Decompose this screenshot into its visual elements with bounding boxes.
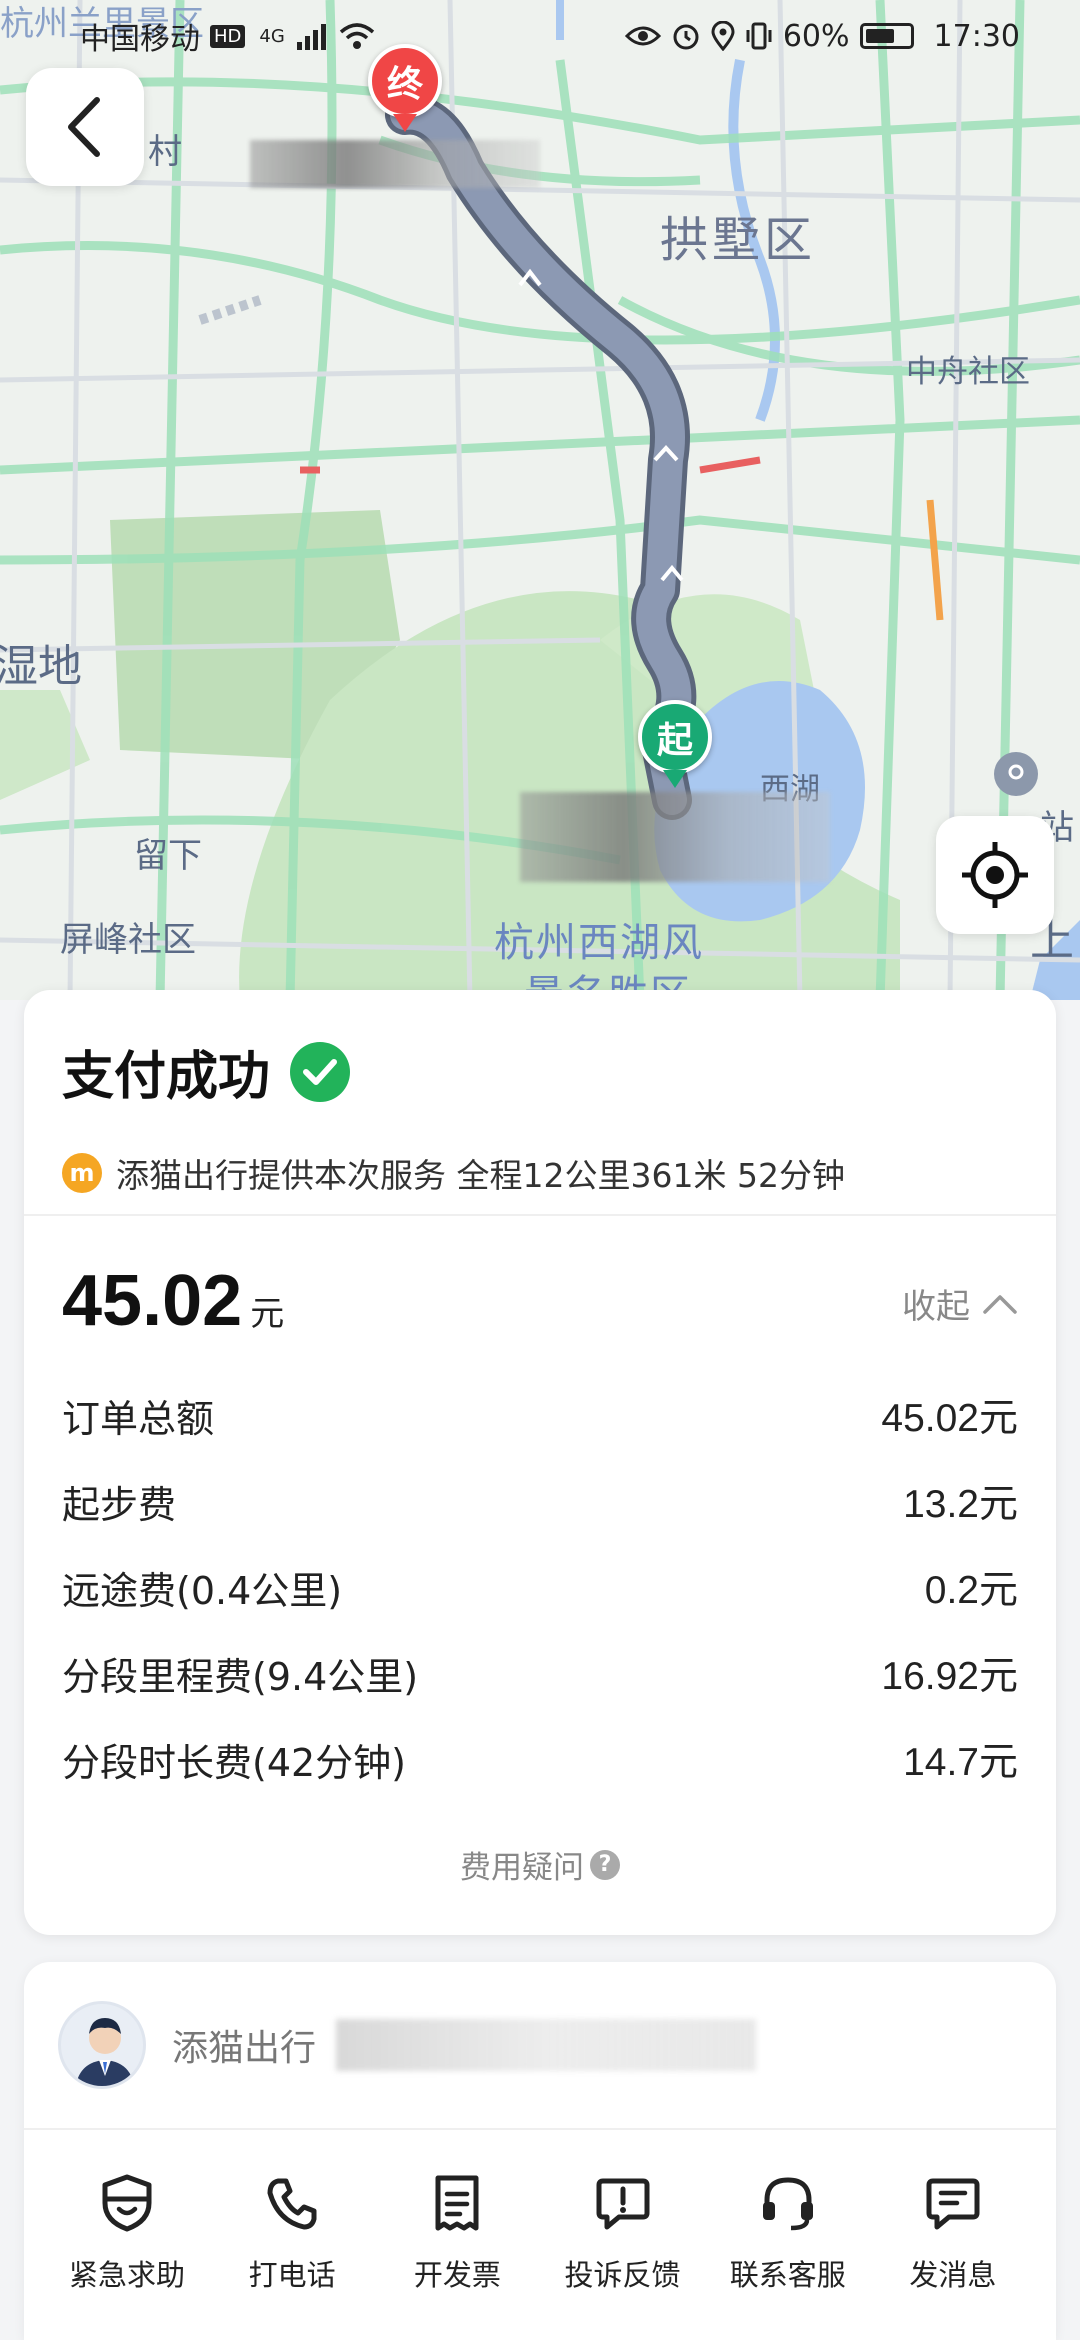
shield-icon: [96, 2172, 158, 2234]
fee-value: 13.2元: [903, 1483, 1018, 1526]
message-button[interactable]: 发消息: [878, 2172, 1028, 2294]
fee-row-long-distance: 远途费(0.4公里) 0.2元: [62, 1544, 1018, 1630]
driver-company: 添猫出行: [172, 2028, 317, 2069]
invoice-button[interactable]: 开发票: [382, 2172, 532, 2294]
eye-icon: [624, 26, 661, 46]
status-bar: 中国移动 HD 4G 60% 17:30: [0, 0, 1080, 72]
map-label-scenic-1: 杭州西湖风: [494, 920, 704, 966]
fee-row-base: 起步费 13.2元: [62, 1458, 1018, 1544]
payment-header: 支付成功 m 添猫出行提供本次服务 全程12公里361米 52分钟: [24, 990, 1056, 1216]
alarm-icon: [673, 24, 699, 50]
fee-label: 订单总额: [62, 1396, 215, 1441]
driver-details-blurred: [336, 2019, 757, 2071]
check-circle-icon: [290, 1041, 351, 1102]
fee-question-label: 费用疑问: [460, 1850, 584, 1886]
total-amount: 45.02: [62, 1261, 243, 1341]
price-summary: 45.02 元 收起: [24, 1216, 1056, 1342]
location-icon: [711, 21, 735, 51]
fee-row-duration: 分段时长费(42分钟) 14.7元: [62, 1716, 1018, 1802]
crosshair-icon: [962, 842, 1028, 908]
signal-icon: [296, 24, 326, 50]
headset-icon: [757, 2172, 819, 2234]
action-label: 打电话: [248, 2258, 336, 2292]
map-label-zhongzhou: 中舟社区: [906, 354, 1030, 390]
complaint-icon: [592, 2172, 654, 2234]
phone-icon: [261, 2172, 323, 2234]
fee-question-link[interactable]: 费用疑问 ?: [24, 1842, 1056, 1887]
driver-avatar: [58, 2001, 146, 2089]
collapse-button[interactable]: 收起: [902, 1279, 1018, 1328]
service-description: 添猫出行提供本次服务 全程12公里361米 52分钟: [116, 1156, 845, 1195]
fee-row-mileage: 分段里程费(9.4公里) 16.92元: [62, 1630, 1018, 1716]
start-marker-label: 起: [638, 700, 712, 774]
fee-value: 14.7元: [903, 1741, 1018, 1784]
fee-label: 起步费: [62, 1482, 177, 1527]
poi-pin-icon: [994, 752, 1038, 796]
collapse-label: 收起: [902, 1287, 970, 1327]
action-label: 开发票: [413, 2258, 501, 2292]
amount-unit: 元: [250, 1294, 285, 1334]
question-icon: ?: [590, 1849, 620, 1880]
brand-logo-icon: m: [62, 1153, 102, 1193]
back-button[interactable]: [26, 68, 144, 186]
fee-value: 16.92元: [881, 1655, 1018, 1698]
chevron-left-icon: [68, 97, 100, 157]
start-marker[interactable]: 起: [638, 700, 712, 792]
carrier-name: 中国移动: [80, 22, 200, 57]
map-label-shidi: 湿地: [0, 641, 82, 692]
map-label-cun: 村: [148, 132, 182, 172]
driver-info[interactable]: 添猫出行: [24, 1962, 1056, 2130]
chevron-up-icon: [983, 1294, 1017, 1314]
vibrate-icon: [746, 22, 772, 50]
driver-card: 添猫出行 紧急求助 打电话 开发票 投诉反馈 联系客服 发消息: [24, 1962, 1056, 2340]
start-address-blurred: [520, 792, 830, 882]
action-label: 发消息: [909, 2258, 997, 2292]
fee-label: 分段时长费(42分钟): [62, 1740, 407, 1785]
payment-status-title: 支付成功: [62, 1047, 271, 1107]
action-bar: 紧急求助 打电话 开发票 投诉反馈 联系客服 发消息: [24, 2130, 1056, 2294]
network-type: 4G: [259, 25, 285, 47]
fee-breakdown: 订单总额 45.02元 起步费 13.2元 远途费(0.4公里) 0.2元 分段…: [24, 1342, 1056, 1802]
fee-row-order-total: 订单总额 45.02元: [62, 1372, 1018, 1458]
action-label: 联系客服: [729, 2258, 846, 2292]
service-info: m 添猫出行提供本次服务 全程12公里361米 52分钟: [62, 1149, 1018, 1197]
clock-time: 17:30: [933, 18, 1020, 54]
message-icon: [922, 2172, 984, 2234]
wifi-icon: [339, 23, 374, 49]
action-label: 投诉反馈: [564, 2258, 681, 2292]
fee-value: 45.02元: [881, 1397, 1018, 1440]
end-address-blurred: [250, 140, 540, 188]
map-label-gongshu: 拱墅区: [660, 212, 817, 268]
route-map[interactable]: 杭州兰里景区 村 拱墅区 中舟社区 湿地 留下 屏峰社区 西湖 杭州西湖风 景名…: [0, 0, 1080, 1000]
payment-card: 支付成功 m 添猫出行提供本次服务 全程12公里361米 52分钟 45.02 …: [24, 990, 1056, 1935]
complaint-button[interactable]: 投诉反馈: [548, 2172, 698, 2294]
customer-service-button[interactable]: 联系客服: [713, 2172, 863, 2294]
hd-badge: HD: [210, 24, 246, 48]
fee-label: 分段里程费(9.4公里): [62, 1654, 419, 1699]
fee-value: 0.2元: [924, 1569, 1018, 1612]
battery-icon: [859, 23, 914, 49]
map-label-liuxia: 留下: [134, 836, 202, 876]
map-label-pingfeng: 屏峰社区: [60, 920, 196, 960]
fee-label: 远途费(0.4公里): [62, 1568, 343, 1613]
battery-percent: 60%: [782, 18, 850, 54]
invoice-icon: [426, 2172, 488, 2234]
emergency-button[interactable]: 紧急求助: [52, 2172, 202, 2294]
action-label: 紧急求助: [68, 2258, 185, 2292]
call-button[interactable]: 打电话: [217, 2172, 367, 2294]
locate-button[interactable]: [936, 816, 1054, 934]
